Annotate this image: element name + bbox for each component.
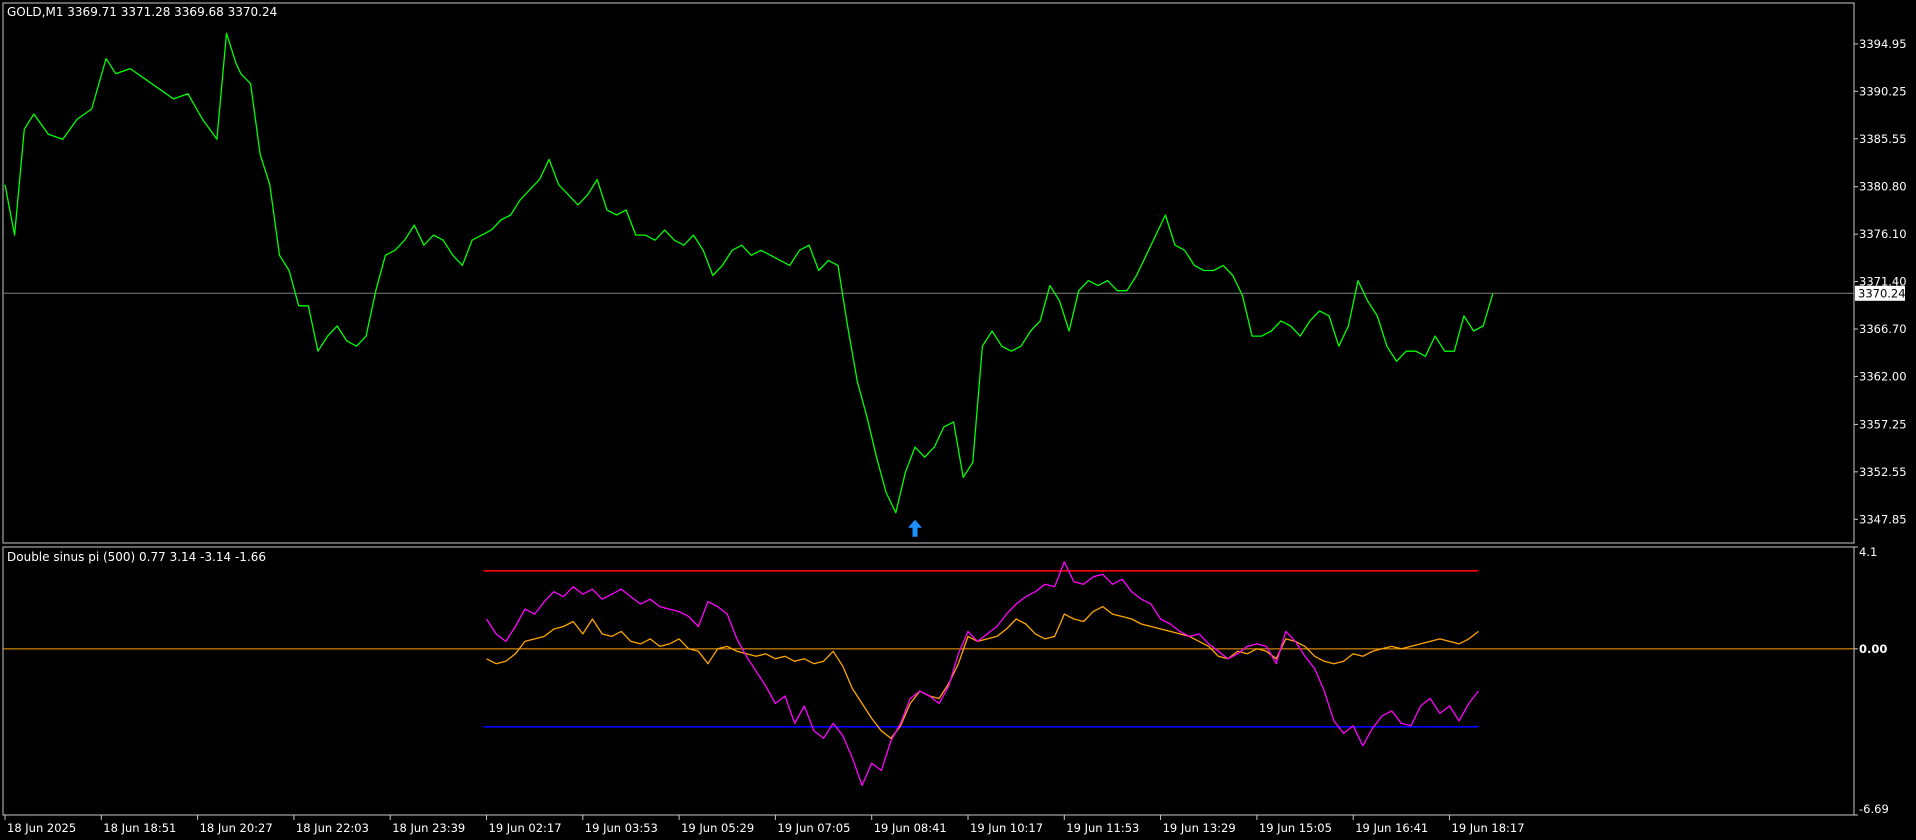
time-tick-label: 19 Jun 13:29 <box>1163 821 1236 835</box>
time-tick-label: 19 Jun 05:29 <box>681 821 754 835</box>
indicator-tick-label: -6.69 <box>1859 802 1889 816</box>
chart-canvas: GOLD,M1 3369.71 3371.28 3369.68 3370.24 … <box>0 0 1916 840</box>
price-tick-label: 3385.55 <box>1859 132 1907 146</box>
indicator-title: Double sinus pi (500) 0.77 3.14 -3.14 -1… <box>7 550 266 564</box>
time-tick-label: 19 Jun 07:05 <box>777 821 850 835</box>
price-tick-label: 3352.55 <box>1859 465 1907 479</box>
time-tick-label: 19 Jun 18:17 <box>1452 821 1525 835</box>
time-tick-label: 18 Jun 22:03 <box>296 821 369 835</box>
indicator-tick-label: 0.00 <box>1859 642 1887 656</box>
time-tick-label: 19 Jun 16:41 <box>1355 821 1428 835</box>
time-tick-label: 19 Jun 10:17 <box>970 821 1043 835</box>
price-tick-label: 3347.85 <box>1859 512 1907 526</box>
time-tick-label: 18 Jun 20:27 <box>200 821 273 835</box>
price-tick-label: 3366.70 <box>1859 322 1907 336</box>
price-tick-label: 3362.00 <box>1859 369 1907 383</box>
indicator-tick-label: 4.1 <box>1859 545 1877 559</box>
price-tick-label: 3357.25 <box>1859 417 1907 431</box>
symbol-header: GOLD,M1 3369.71 3371.28 3369.68 3370.24 <box>7 5 277 19</box>
price-tick-label: 3380.80 <box>1859 180 1907 194</box>
time-tick-label: 19 Jun 08:41 <box>874 821 947 835</box>
time-tick-label: 18 Jun 18:51 <box>103 821 176 835</box>
price-tick-label: 3394.95 <box>1859 37 1907 51</box>
time-tick-label: 19 Jun 15:05 <box>1259 821 1332 835</box>
price-tick-label: 3376.10 <box>1859 227 1907 241</box>
time-tick-label: 18 Jun 23:39 <box>392 821 465 835</box>
time-tick-label: 18 Jun 2025 <box>7 821 76 835</box>
price-tick-label: 3390.25 <box>1859 84 1907 98</box>
chart-background <box>0 0 1916 840</box>
current-price-tag: 3370.24 <box>1855 285 1906 301</box>
time-tick-label: 19 Jun 03:53 <box>585 821 658 835</box>
time-tick-label: 19 Jun 11:53 <box>1066 821 1139 835</box>
time-tick-label: 19 Jun 02:17 <box>489 821 562 835</box>
current-price-label: 3370.24 <box>1858 286 1906 300</box>
